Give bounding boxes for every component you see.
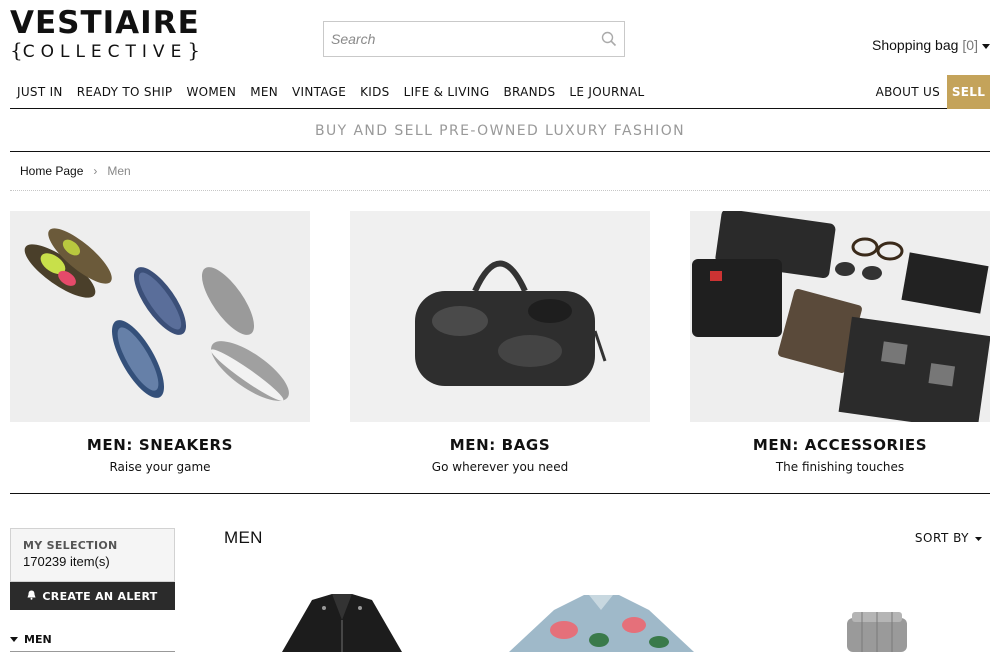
nav-item-brands[interactable]: BRANDS	[503, 85, 555, 99]
nav-item-le-journal[interactable]: LE JOURNAL	[569, 85, 644, 99]
product-image-leather-jacket[interactable]	[262, 590, 422, 652]
feature-card-bags[interactable]: MEN: BAGS Go wherever you need	[350, 211, 650, 474]
feature-title[interactable]: MEN: SNEAKERS	[10, 436, 310, 454]
create-alert-button[interactable]: CREATE AN ALERT	[10, 582, 175, 610]
chevron-down-icon	[982, 37, 990, 53]
create-alert-label: CREATE AN ALERT	[42, 589, 158, 603]
feature-title[interactable]: MEN: BAGS	[350, 436, 650, 454]
nav-item-ready-to-ship[interactable]: READY TO SHIP	[77, 85, 173, 99]
nav-item-vintage[interactable]: VINTAGE	[292, 85, 346, 99]
my-selection-label: MY SELECTION	[23, 539, 118, 552]
logo-wordmark-top: VESTIAIRE	[10, 5, 200, 41]
breadcrumb-separator: ›	[93, 164, 98, 178]
site-logo[interactable]: VESTIAIRE {COLLECTIVE}	[10, 5, 226, 63]
search-box[interactable]	[323, 21, 625, 57]
shopping-bag-label: Shopping bag	[872, 37, 959, 53]
feature-subtitle: Raise your game	[109, 460, 211, 474]
sneakers-image[interactable]	[10, 211, 310, 422]
nav-item-about-us[interactable]: ABOUT US	[876, 85, 940, 99]
search-icon[interactable]	[594, 24, 624, 54]
sort-by-label: SORT BY	[914, 531, 969, 545]
bell-icon	[27, 590, 36, 603]
bags-image[interactable]	[350, 211, 650, 422]
logo-wordmark-bottom: {COLLECTIVE}	[10, 38, 201, 62]
nav-item-women[interactable]: WOMEN	[186, 85, 236, 99]
feature-subtitle: Go wherever you need	[431, 460, 569, 474]
breadcrumb-current: Men	[107, 164, 131, 178]
search-input[interactable]	[324, 22, 594, 56]
shopping-bag-count: [0]	[962, 37, 978, 53]
chevron-down-icon	[10, 633, 18, 646]
product-image-watch[interactable]	[832, 590, 922, 652]
product-image-floral-shirt[interactable]	[494, 590, 709, 652]
breadcrumb-home-link[interactable]: Home Page	[20, 164, 83, 178]
tagline-banner: BUY AND SELL PRE-OWNED LUXURY FASHION	[10, 110, 990, 152]
nav-item-men[interactable]: MEN	[250, 85, 278, 99]
nav-item-just-in[interactable]: JUST IN	[17, 85, 63, 99]
filter-label: MEN	[24, 633, 52, 646]
sell-button[interactable]: SELL	[947, 74, 990, 109]
chevron-down-icon	[975, 531, 982, 545]
sort-by-dropdown[interactable]: SORT BY	[915, 531, 982, 545]
feature-card-sneakers[interactable]: MEN: SNEAKERS Raise your game	[10, 211, 310, 474]
my-selection-panel: MY SELECTION 170239 item(s)	[10, 528, 175, 582]
feature-card-accessories[interactable]: MEN: ACCESSORIES The finishing touches	[690, 211, 990, 474]
breadcrumb: Home Page › Men	[10, 152, 990, 191]
feature-subtitle: The finishing touches	[775, 460, 905, 474]
featured-categories: MEN: SNEAKERS Raise your game MEN: BAGS …	[10, 211, 990, 494]
listing-title: MEN	[224, 528, 263, 547]
feature-title[interactable]: MEN: ACCESSORIES	[690, 436, 990, 454]
nav-item-life-living[interactable]: LIFE & LIVING	[404, 85, 490, 99]
accessories-image[interactable]	[690, 211, 990, 422]
item-count: 170239 item(s)	[23, 554, 110, 569]
main-nav: JUST IN READY TO SHIP WOMEN MEN VINTAGE …	[10, 74, 990, 109]
shopping-bag-link[interactable]: Shopping bag [0]	[872, 37, 990, 53]
filter-category-men[interactable]: MEN	[10, 628, 175, 652]
nav-item-kids[interactable]: KIDS	[360, 85, 389, 99]
